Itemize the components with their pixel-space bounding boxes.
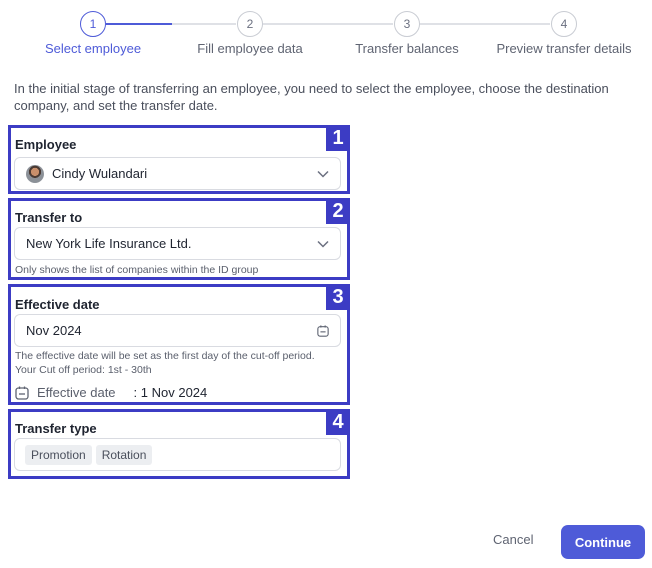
stepper: 1 2 3 4 Select employee Fill employee da… bbox=[0, 0, 652, 66]
employee-value: Cindy Wulandari bbox=[52, 166, 148, 181]
effective-date-helper-2: Your Cut off period: 1st - 30th bbox=[15, 364, 152, 376]
chevron-down-icon bbox=[317, 168, 329, 180]
effective-date-summary-value: : 1 Nov 2024 bbox=[133, 385, 208, 400]
continue-button[interactable]: Continue bbox=[561, 525, 645, 559]
annotation-badge-2: 2 bbox=[326, 198, 350, 224]
effective-date-summary: Effective date : 1 Nov 2024 bbox=[15, 385, 207, 400]
transfer-type-field[interactable]: Promotion Rotation bbox=[14, 438, 341, 471]
step-2-label: Fill employee data bbox=[197, 41, 303, 56]
step-3-number: 3 bbox=[403, 17, 411, 31]
transfer-to-value: New York Life Insurance Ltd. bbox=[26, 236, 192, 251]
transfer-to-helper: Only shows the list of companies within … bbox=[15, 264, 259, 276]
step-1-number: 1 bbox=[89, 17, 97, 31]
calendar-icon bbox=[15, 386, 29, 400]
step-4-circle: 4 bbox=[551, 11, 577, 37]
chevron-down-icon bbox=[317, 238, 329, 250]
transfer-type-label: Transfer type bbox=[15, 421, 97, 436]
effective-date-section: 3 Effective date Nov 2024 The effective … bbox=[8, 284, 350, 405]
step-connector-3 bbox=[420, 23, 550, 25]
step-connector-1b bbox=[172, 23, 236, 25]
step-4-number: 4 bbox=[560, 17, 568, 31]
step-connector-1 bbox=[106, 23, 172, 25]
transfer-type-section: 4 Transfer type Promotion Rotation bbox=[8, 409, 350, 479]
transfer-to-section: 2 Transfer to New York Life Insurance Lt… bbox=[8, 198, 350, 280]
cancel-button[interactable]: Cancel bbox=[493, 532, 533, 547]
step-2-circle: 2 bbox=[237, 11, 263, 37]
employee-section: 1 Employee Cindy Wulandari bbox=[8, 125, 350, 194]
effective-date-value: Nov 2024 bbox=[26, 323, 82, 338]
effective-date-helper-1: The effective date will be set as the fi… bbox=[15, 350, 315, 362]
effective-date-input[interactable]: Nov 2024 bbox=[14, 314, 341, 347]
transfer-type-option-rotation[interactable]: Rotation bbox=[95, 444, 153, 465]
step-4-label: Preview transfer details bbox=[496, 41, 632, 56]
annotation-badge-4: 4 bbox=[326, 409, 350, 435]
step-3-label: Transfer balances bbox=[355, 41, 459, 56]
annotation-badge-1: 1 bbox=[326, 125, 350, 151]
step-1-label: Select employee bbox=[44, 41, 142, 56]
transfer-type-option-promotion[interactable]: Promotion bbox=[25, 444, 92, 465]
step-2-number: 2 bbox=[246, 17, 254, 31]
step-3-circle: 3 bbox=[394, 11, 420, 37]
employee-select[interactable]: Cindy Wulandari bbox=[14, 157, 341, 190]
transfer-to-label: Transfer to bbox=[15, 210, 83, 225]
avatar bbox=[26, 164, 44, 183]
step-1-circle: 1 bbox=[80, 11, 106, 37]
step-connector-2 bbox=[263, 23, 393, 25]
transfer-to-select[interactable]: New York Life Insurance Ltd. bbox=[14, 227, 341, 260]
annotation-badge-3: 3 bbox=[326, 284, 350, 310]
intro-text: In the initial stage of transferring an … bbox=[14, 81, 609, 113]
effective-date-summary-label: Effective date bbox=[37, 385, 116, 400]
employee-label: Employee bbox=[15, 137, 77, 152]
calendar-icon[interactable] bbox=[317, 324, 329, 337]
effective-date-label: Effective date bbox=[15, 297, 100, 312]
